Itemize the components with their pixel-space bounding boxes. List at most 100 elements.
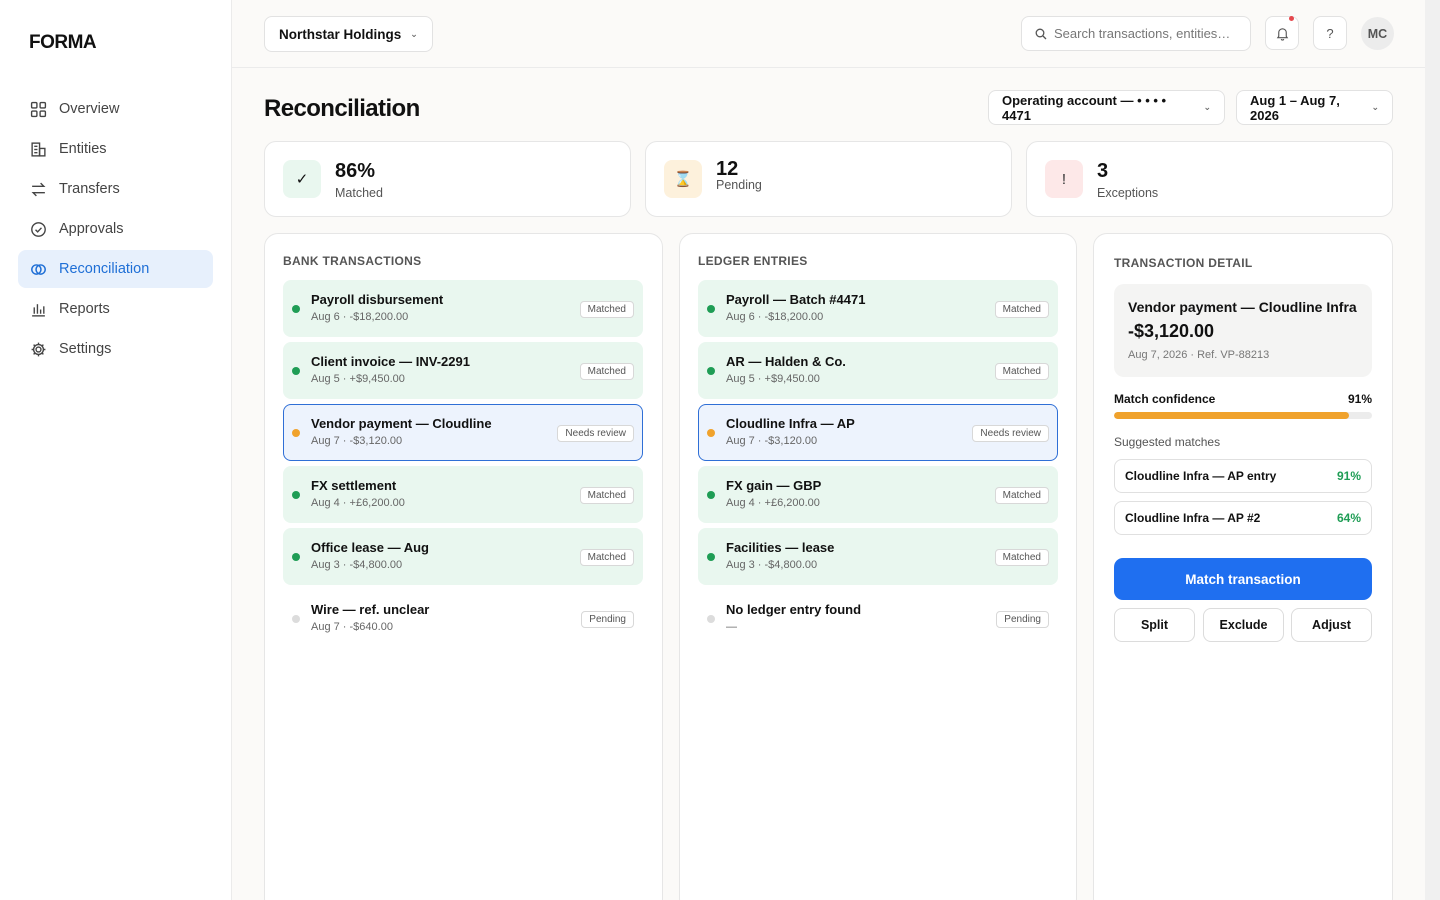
help-button[interactable]: ? — [1313, 16, 1347, 50]
row-title: Cloudline Infra — AP — [726, 416, 855, 431]
stat-label: Exceptions — [1097, 186, 1159, 200]
detail-amount: -$3,120.00 — [1128, 321, 1215, 341]
transaction-detail-panel: TRANSACTION DETAIL Vendor payment — Clou… — [1093, 233, 1393, 900]
chevron-down-icon: ⌄ — [1203, 102, 1211, 112]
bank-row[interactable]: Client invoice — INV-2291 Aug 5 · +$9,45… — [283, 342, 643, 399]
confidence-label: Match confidence — [1114, 392, 1216, 406]
bank-row[interactable]: Payroll disbursement Aug 6 · -$18,200.00… — [283, 280, 643, 337]
sidebar-item-settings[interactable]: Settings — [18, 330, 213, 368]
status-badge: Needs review — [972, 425, 1049, 442]
confidence-value: 91% — [1347, 392, 1372, 406]
bank-row[interactable]: Wire — ref. unclear Aug 7 · -$640.00 Pen… — [283, 590, 643, 647]
status-dot — [707, 305, 715, 313]
ledger-row[interactable]: AR — Halden & Co. Aug 5 · +$9,450.00 Mat… — [698, 342, 1058, 399]
suggested-match-name: Cloudline Infra — AP entry — [1125, 469, 1277, 483]
avatar[interactable]: MC — [1361, 17, 1394, 50]
status-dot — [707, 615, 715, 623]
ledger-row[interactable]: No ledger entry found — Pending — [698, 590, 1058, 647]
ledger-row-selected[interactable]: Cloudline Infra — AP Aug 7 · -$3,120.00 … — [698, 404, 1058, 461]
status-dot — [707, 367, 715, 375]
bank-row-selected[interactable]: Vendor payment — Cloudline Aug 7 · -$3,1… — [283, 404, 643, 461]
adjust-button[interactable]: Adjust — [1291, 608, 1372, 642]
row-subtitle: Aug 6 · -$18,200.00 — [311, 311, 409, 323]
date-filter[interactable]: Aug 1 – Aug 7, 2026 ⌄ — [1236, 90, 1393, 125]
stat-card-matched: ✓ 86% Matched — [264, 141, 631, 217]
status-dot — [292, 553, 300, 561]
bank-row[interactable]: Office lease — Aug Aug 3 · -$4,800.00 Ma… — [283, 528, 643, 585]
row-subtitle: Aug 5 · +$9,450.00 — [311, 373, 405, 385]
sidebar-item-overview[interactable]: Overview — [18, 90, 213, 128]
bank-row[interactable]: FX settlement Aug 4 · +£6,200.00 Matched — [283, 466, 643, 523]
panel-title: TRANSACTION DETAIL — [1114, 256, 1253, 270]
detail-summary: Vendor payment — Cloudline Infra -$3,120… — [1114, 284, 1372, 377]
detail-meta: Aug 7, 2026 · Ref. VP-88213 — [1128, 349, 1270, 361]
row-title: No ledger entry found — [726, 602, 862, 617]
sidebar-item-transfers[interactable]: Transfers — [18, 170, 213, 208]
suggested-matches-label: Suggested matches — [1114, 435, 1221, 449]
panel-title: LEDGER ENTRIES — [698, 254, 808, 268]
rings-icon — [30, 261, 47, 278]
account-filter[interactable]: Operating account — • • • • 4471 ⌄ — [988, 90, 1225, 125]
building-icon — [30, 141, 47, 158]
help-icon: ? — [1326, 25, 1334, 41]
stat-value: 86% — [335, 160, 376, 182]
exclude-button[interactable]: Exclude — [1203, 608, 1284, 642]
row-subtitle: — — [726, 621, 737, 633]
org-selector[interactable]: Northstar Holdings ⌄ — [264, 16, 433, 52]
status-badge: Matched — [579, 363, 634, 380]
suggested-match-item[interactable]: Cloudline Infra — AP #2 64% — [1114, 501, 1372, 535]
sidebar-item-reports[interactable]: Reports — [18, 290, 213, 328]
row-title: Payroll — Batch #4471 — [726, 292, 866, 307]
page-scrollbar[interactable] — [1425, 0, 1440, 900]
status-badge: Needs review — [557, 425, 634, 442]
app-logo[interactable]: FORMA — [29, 32, 97, 54]
sidebar: FORMA Overview Entities Transfers Approv… — [0, 0, 232, 900]
split-button[interactable]: Split — [1114, 608, 1195, 642]
row-subtitle: Aug 4 · +£6,200.00 — [726, 497, 820, 509]
row-title: Payroll disbursement — [311, 292, 444, 307]
sidebar-item-label: Reports — [59, 301, 110, 317]
status-dot — [292, 305, 300, 313]
sidebar-item-reconciliation[interactable]: Reconciliation — [18, 250, 213, 288]
ledger-entries-panel: LEDGER ENTRIES Payroll — Batch #4471 Aug… — [679, 233, 1077, 900]
ledger-row[interactable]: Facilities — lease Aug 3 · -$4,800.00 Ma… — [698, 528, 1058, 585]
sidebar-item-label: Settings — [59, 341, 112, 357]
status-dot — [707, 429, 715, 437]
row-subtitle: Aug 3 · -$4,800.00 — [726, 559, 818, 571]
chevron-down-icon: ⌄ — [410, 28, 418, 39]
suggested-match-percent: 91% — [1336, 469, 1361, 483]
status-dot — [707, 491, 715, 499]
arrows-icon — [30, 181, 47, 198]
suggested-match-item[interactable]: Cloudline Infra — AP entry 91% — [1114, 459, 1372, 493]
ledger-row[interactable]: FX gain — GBP Aug 4 · +£6,200.00 Matched — [698, 466, 1058, 523]
status-badge: Matched — [994, 363, 1049, 380]
top-bar: Northstar Holdings ⌄ Search transactions… — [232, 0, 1425, 68]
detail-name: Vendor payment — Cloudline Infra — [1128, 299, 1357, 315]
row-title: Wire — ref. unclear — [311, 602, 430, 617]
account-filter-label: Operating account — • • • • 4471 — [1002, 92, 1167, 123]
stat-label: Matched — [335, 186, 383, 200]
grid-icon — [30, 101, 47, 118]
status-dot — [707, 553, 715, 561]
search-input[interactable]: Search transactions, entities… — [1021, 16, 1251, 51]
notifications-button[interactable] — [1265, 16, 1299, 50]
row-subtitle: Aug 4 · +£6,200.00 — [311, 497, 405, 509]
check-icon: ✓ — [283, 160, 321, 198]
match-transaction-button[interactable]: Match transaction — [1114, 558, 1372, 600]
sidebar-item-approvals[interactable]: Approvals — [18, 210, 213, 248]
ledger-row[interactable]: Payroll — Batch #4471 Aug 6 · -$18,200.0… — [698, 280, 1058, 337]
notification-dot — [1289, 16, 1294, 21]
row-title: Facilities — lease — [726, 540, 835, 555]
stat-value: 3 — [1097, 160, 1109, 182]
status-dot — [292, 429, 300, 437]
sidebar-item-label: Overview — [59, 101, 120, 117]
status-dot — [292, 615, 300, 623]
bar-chart-icon — [30, 301, 47, 318]
check-circle-icon — [30, 221, 47, 238]
suggested-match-percent: 64% — [1336, 511, 1361, 525]
chevron-down-icon: ⌄ — [1371, 102, 1379, 112]
sidebar-item-entities[interactable]: Entities — [18, 130, 213, 168]
date-filter-label: Aug 1 – Aug 7, 2026 — [1250, 92, 1340, 123]
status-dot — [292, 491, 300, 499]
row-title: Office lease — Aug — [311, 540, 429, 555]
